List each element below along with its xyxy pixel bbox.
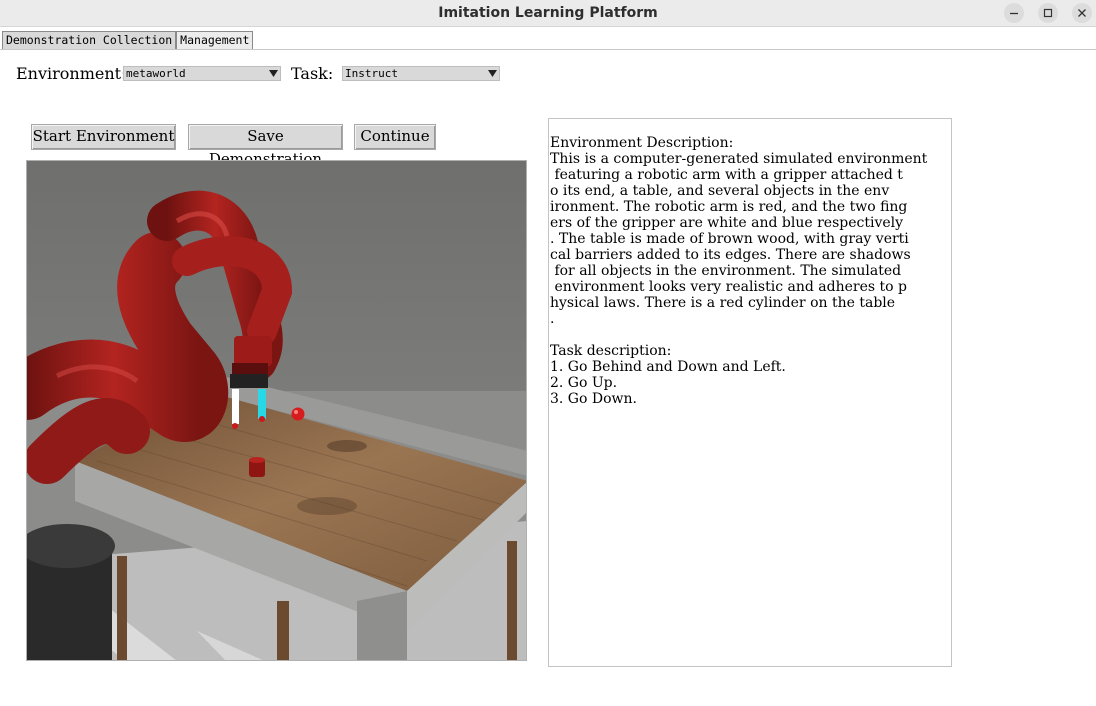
- continue-button[interactable]: Continue: [354, 124, 436, 150]
- description-line: o its end, a table, and several objects …: [550, 183, 890, 199]
- tab-management[interactable]: Management: [176, 31, 254, 49]
- start-environment-button[interactable]: Start Environment: [31, 124, 176, 150]
- description-line: .: [550, 311, 555, 327]
- simulation-view[interactable]: [26, 160, 527, 661]
- maximize-icon: [1043, 8, 1053, 18]
- environment-select[interactable]: metaworld: [123, 66, 281, 81]
- notebook-tabs: Demonstration Collection Management: [2, 31, 254, 49]
- description-line: This is a computer-generated simulated e…: [550, 151, 928, 167]
- task-select-value: Instruct: [345, 67, 398, 80]
- close-button[interactable]: [1072, 3, 1092, 23]
- save-demonstration-button[interactable]: Save Demonstration: [188, 124, 343, 168]
- robot-scene-image: [27, 161, 526, 660]
- tab-divider: [0, 49, 1096, 50]
- window-title: Imitation Learning Platform: [438, 5, 658, 21]
- maximize-button[interactable]: [1038, 3, 1058, 23]
- description-line: featuring a robotic arm with a gripper a…: [550, 167, 903, 183]
- description-line: . The table is made of brown wood, with …: [550, 231, 909, 247]
- description-line: for all objects in the environment. The …: [550, 263, 902, 279]
- description-line: Task description:: [550, 343, 672, 359]
- chevron-down-icon: [269, 70, 278, 77]
- description-line: ironment. The robotic arm is red, and th…: [550, 199, 908, 215]
- description-line: environment looks very realistic and adh…: [550, 279, 907, 295]
- title-bar: Imitation Learning Platform: [0, 0, 1096, 27]
- description-line: 2. Go Up.: [550, 375, 618, 391]
- description-line: [550, 327, 951, 343]
- chevron-down-icon: [488, 70, 497, 77]
- minimize-icon: [1010, 12, 1018, 15]
- task-label: Task:: [291, 64, 334, 83]
- description-line: cal barriers added to its edges. There a…: [550, 247, 911, 263]
- description-line: Environment Description:: [550, 135, 734, 151]
- description-line: hysical laws. There is a red cylinder on…: [550, 295, 896, 311]
- task-select[interactable]: Instruct: [342, 66, 500, 81]
- environment-label: Environment:: [16, 64, 127, 83]
- minimize-button[interactable]: [1004, 3, 1024, 23]
- description-line: 1. Go Behind and Down and Left.: [550, 359, 786, 375]
- close-icon: [1078, 9, 1086, 17]
- environment-select-value: metaworld: [126, 67, 186, 80]
- description-text-area[interactable]: Environment Description: This is a compu…: [548, 118, 952, 667]
- tab-demonstration-collection[interactable]: Demonstration Collection: [2, 31, 177, 49]
- description-line: ers of the gripper are white and blue re…: [550, 215, 904, 231]
- description-line: 3. Go Down.: [550, 391, 637, 407]
